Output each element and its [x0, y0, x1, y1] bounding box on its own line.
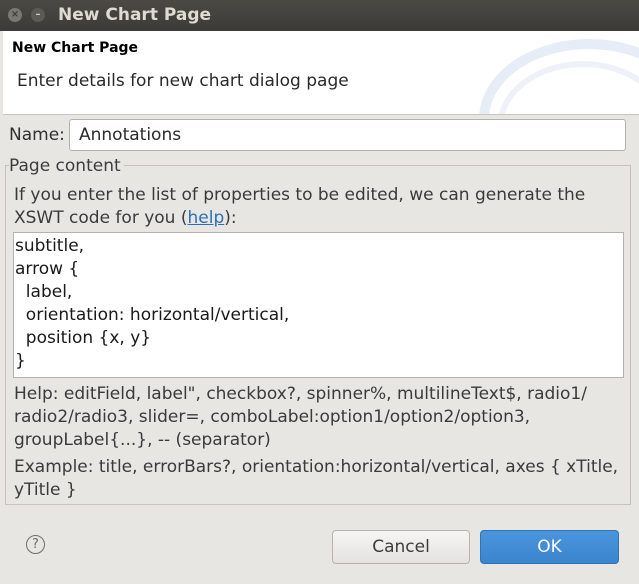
intro-suffix: ):	[224, 208, 237, 228]
help-icon[interactable]: ?	[26, 535, 45, 554]
properties-textarea[interactable]: subtitle, arrow { label, orientation: ho…	[13, 232, 624, 378]
ok-button[interactable]: OK	[480, 530, 619, 564]
window-title: New Chart Page	[58, 5, 212, 25]
example-text: Example: title, errorBars?, orientation:…	[14, 457, 619, 500]
help-text: Help: editField, label", checkbox?, spin…	[14, 384, 587, 450]
page-content-legend: Page content	[9, 156, 124, 176]
title-bar: × – New Chart Page	[0, 0, 639, 31]
name-label: Name:	[9, 125, 65, 145]
close-icon[interactable]: ×	[8, 8, 22, 22]
cancel-button[interactable]: Cancel	[332, 530, 470, 564]
intro-text: If you enter the list of properties to b…	[14, 185, 586, 228]
header-description: Enter details for new chart dialog page	[17, 71, 349, 91]
minimize-icon[interactable]: –	[31, 8, 45, 22]
name-input[interactable]: Annotations	[69, 119, 626, 151]
dialog-header: New Chart Page Enter details for new cha…	[3, 31, 639, 115]
page-content-intro: If you enter the list of properties to b…	[14, 184, 624, 230]
help-link[interactable]: help	[188, 208, 225, 228]
header-title: New Chart Page	[12, 40, 139, 56]
